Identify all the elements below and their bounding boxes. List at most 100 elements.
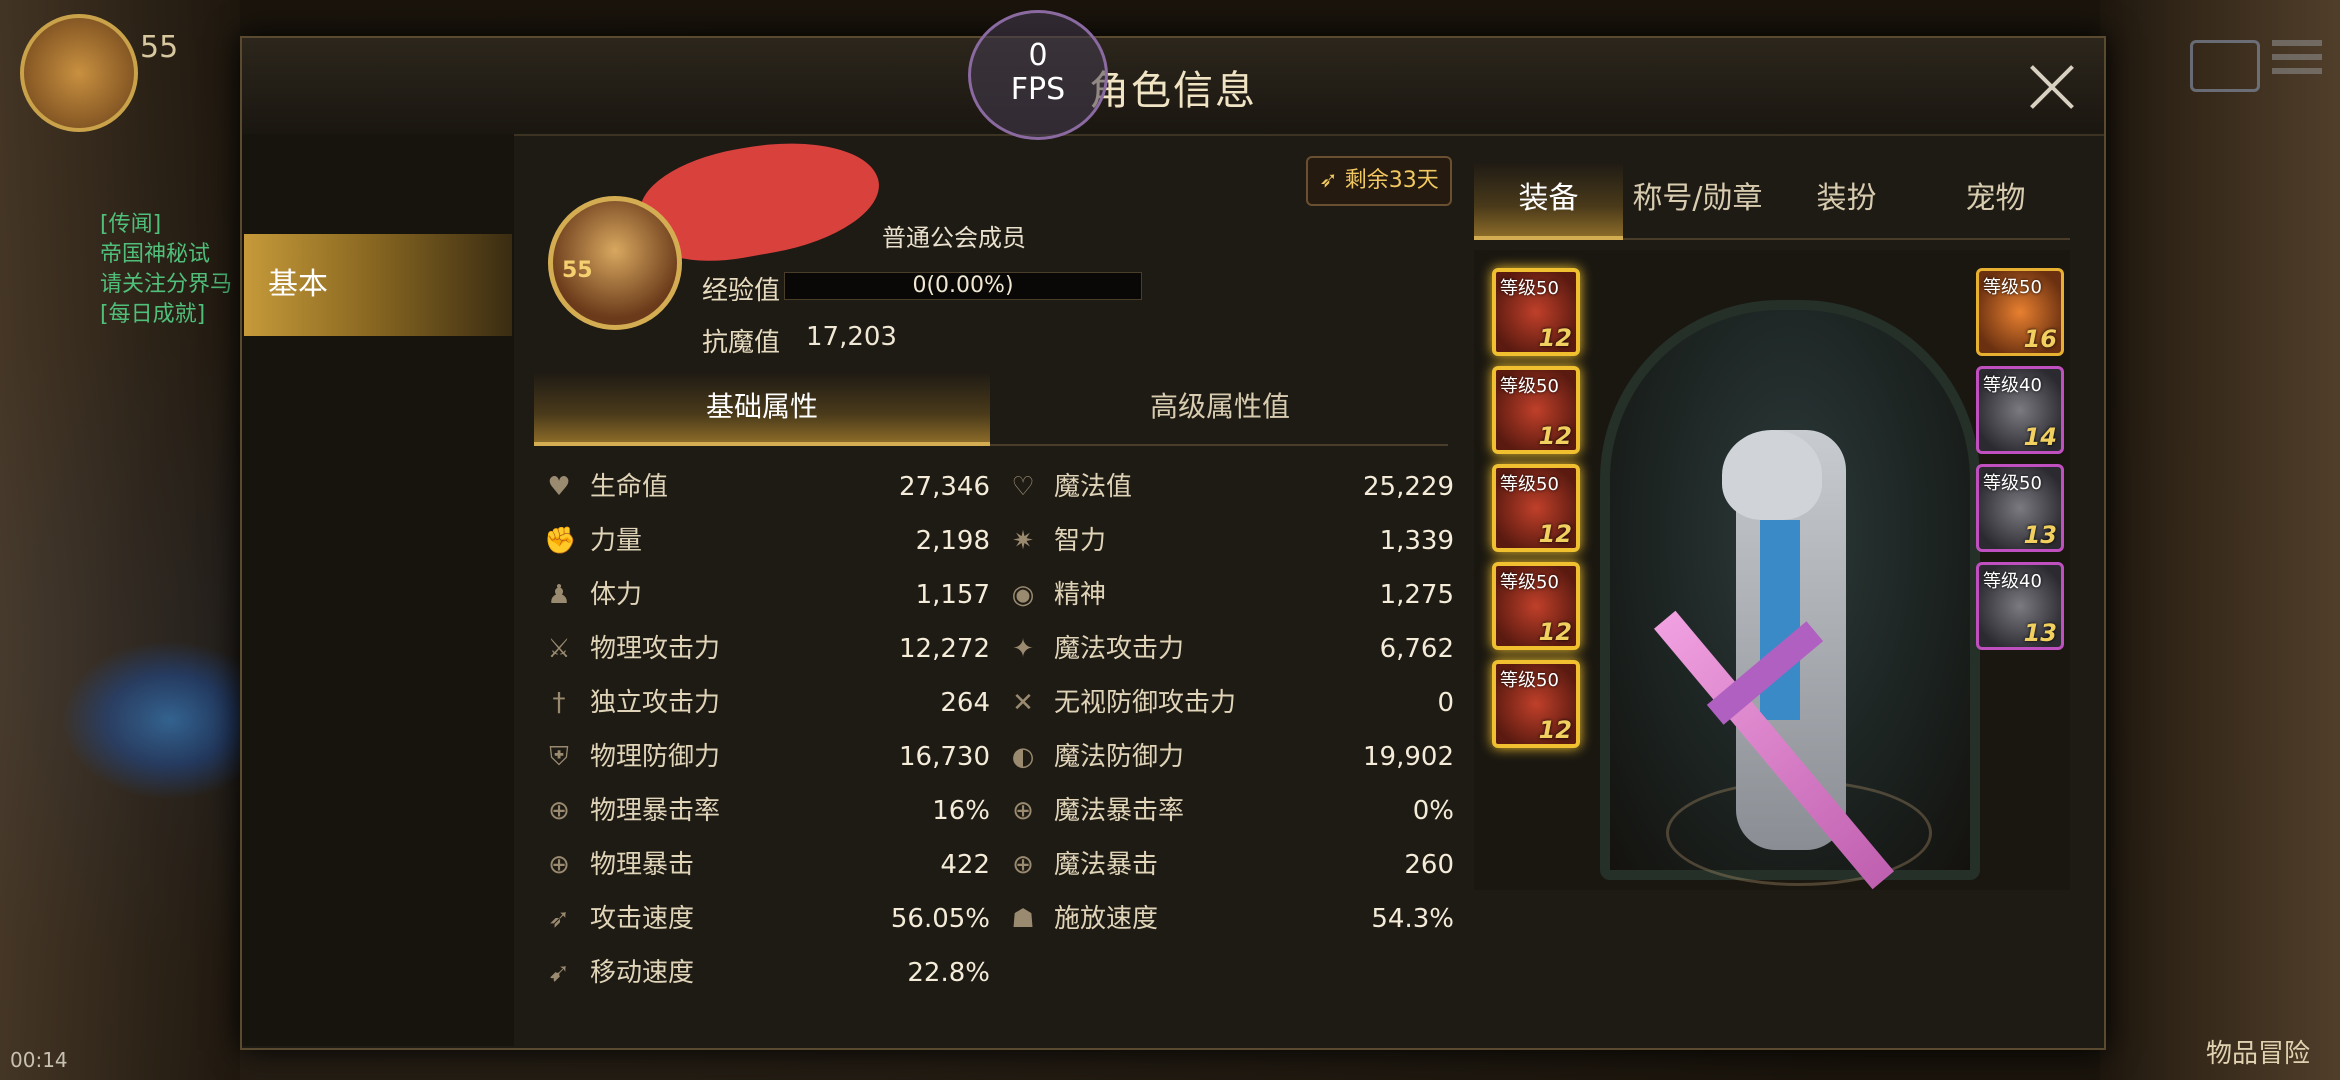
stat-label: 魔法暴击率 (1054, 796, 1185, 826)
tab-equipment[interactable]: 装备 (1474, 162, 1623, 240)
slot-level: 等级50 (1500, 670, 1559, 691)
stat-value: 1,275 (1379, 580, 1454, 610)
stat-value: 0 (1437, 688, 1454, 718)
stat-row: ⛨ 物理防御力 16,730 (544, 730, 990, 784)
panel-title: 角色信息 (1089, 68, 1257, 114)
tab-advanced-attributes[interactable]: 高级属性值 (992, 372, 1448, 442)
exp-bar: 0(0.00%) (784, 272, 1142, 300)
slot-enhancement: 12 (1538, 324, 1572, 352)
slot-enhancement: 14 (2023, 423, 2057, 451)
slot-level: 等级50 (1983, 277, 2042, 298)
slot-enhancement: 12 (1538, 520, 1572, 548)
stat-label: 独立攻击力 (590, 688, 721, 718)
equipment-slot[interactable]: 等级50 12 (1492, 562, 1580, 650)
stat-row: ♥ 生命值 27,346 (544, 460, 990, 514)
stat-row: † 独立攻击力 264 (544, 676, 991, 730)
panel-header: 角色信息 (242, 38, 2104, 136)
fps-label: FPS (1010, 72, 1066, 107)
magic-star-icon: ✦ (1012, 634, 1034, 664)
stat-label: 魔法防御力 (1054, 742, 1185, 772)
tab-avatar[interactable]: 装扮 (1772, 162, 1921, 236)
stat-row: ⊕ 魔法暴击 260 (1008, 838, 1454, 892)
stat-label: 魔法攻击力 (1054, 634, 1185, 664)
character-level: 55 (562, 258, 593, 283)
stat-label: 攻击速度 (590, 904, 695, 934)
hud-clock: 00:14 (10, 1048, 68, 1072)
heart-outline-icon: ♡ (1011, 472, 1035, 502)
tab-pet[interactable]: 宠物 (1921, 162, 2070, 236)
character-model-scarf (1760, 520, 1800, 720)
stat-row: ⊕ 魔法暴击率 0% (1008, 784, 1454, 838)
stat-label: 魔法值 (1054, 472, 1133, 502)
character-model-head (1722, 430, 1822, 520)
stat-value: 12,272 (899, 634, 990, 664)
hud-level: 55 (140, 30, 179, 65)
boot-icon: ➹ (548, 958, 570, 988)
stats-right-column: ♡ 魔法值 25,229 ✷ 智力 1,339 ◉ 精神 1,275 ✦ 魔法攻击力 6,762 ✕ 无视… (1008, 460, 1454, 946)
slot-level: 等级50 (1500, 278, 1559, 299)
close-button[interactable] (2028, 62, 2076, 110)
slot-level: 等级50 (1500, 376, 1559, 397)
equipment-slot[interactable]: 等级40 14 (1976, 366, 2064, 454)
dagger-icon: † (552, 688, 566, 718)
mail-icon[interactable] (2190, 40, 2260, 92)
equipment-slot[interactable]: 等级50 12 (1492, 464, 1580, 552)
guild-rank: 普通公会成员 (882, 224, 1026, 252)
spark-icon: ✷ (1012, 526, 1034, 556)
cross-icon: ✕ (1012, 688, 1034, 718)
stat-value: 422 (940, 850, 990, 880)
stat-label: 魔法暴击 (1054, 850, 1159, 880)
stat-label: 精神 (1054, 580, 1107, 610)
stats-left-column: ♥ 生命值 27,346 ✊ 力量 2,198 ♟ 体力 1,157 ⚔ 物理攻击力 12,272 † 独… (544, 460, 990, 1000)
eye-icon: ◉ (1011, 580, 1035, 610)
stat-row: ⊕ 物理暴击 422 (544, 838, 990, 892)
shop-label[interactable]: 物品冒险 (2206, 1033, 2310, 1070)
quest-item[interactable]: [每日成就] (100, 300, 240, 330)
body-icon: ♟ (547, 580, 571, 610)
orb-icon: ◐ (1011, 742, 1035, 772)
hud-quest-list[interactable]: [传闻] 帝国神秘试 请关注分界马 [每日成就] (100, 210, 240, 330)
quest-item[interactable]: 帝国神秘试 (100, 240, 240, 270)
equipment-slot[interactable]: 等级40 13 (1976, 562, 2064, 650)
quest-item[interactable]: [传闻] (100, 210, 240, 240)
stat-row: ✊ 力量 2,198 (544, 514, 990, 568)
resist-value: 17,203 (806, 322, 897, 352)
slot-level: 等级50 (1500, 572, 1559, 593)
fist-icon: ✊ (544, 526, 577, 556)
stat-value: 16,730 (899, 742, 990, 772)
sword-icon: ⚔ (547, 634, 571, 664)
stat-label: 生命值 (590, 472, 669, 502)
speed-icon: ➶ (548, 904, 570, 934)
menu-icon[interactable] (2272, 40, 2322, 80)
equipment-slot[interactable]: 等级50 16 (1976, 268, 2064, 356)
equipment-slot[interactable]: 等级50 12 (1492, 268, 1580, 356)
equipment-slot[interactable]: 等级50 12 (1492, 366, 1580, 454)
stat-label: 力量 (590, 526, 643, 556)
quest-item[interactable]: 请关注分界马 (100, 270, 240, 300)
slot-enhancement: 12 (1538, 422, 1572, 450)
tab-titles-medals[interactable]: 称号/勋章 (1623, 162, 1772, 236)
fps-value: 0 (1028, 38, 1048, 73)
equipment-tabs: 装备 称号/勋章 装扮 宠物 (1474, 162, 2070, 240)
stat-row: ✦ 魔法攻击力 6,762 (1008, 622, 1454, 676)
side-tab-basic[interactable]: 基本 (244, 234, 512, 336)
remaining-days-badge[interactable]: ➶ 剩余33天 (1306, 156, 1452, 206)
tab-basic-attributes[interactable]: 基础属性 (534, 372, 990, 446)
crosshair-icon: ⊕ (1012, 850, 1034, 880)
stat-value: 16% (932, 796, 990, 826)
slot-enhancement: 12 (1538, 716, 1572, 744)
stat-value: 19,902 (1363, 742, 1454, 772)
hud-avatar[interactable] (20, 14, 138, 132)
stat-value: 260 (1404, 850, 1454, 880)
stat-row: ♟ 体力 1,157 (544, 568, 990, 622)
stat-value: 6,762 (1379, 634, 1454, 664)
stat-value: 25,229 (1363, 472, 1454, 502)
equipment-slot[interactable]: 等级50 13 (1976, 464, 2064, 552)
stat-label: 无视防御攻击力 (1054, 688, 1237, 718)
stat-label: 施放速度 (1054, 904, 1159, 934)
stat-label: 体力 (590, 580, 643, 610)
slot-enhancement: 12 (1538, 618, 1572, 646)
stat-value: 264 (940, 688, 990, 718)
equipment-slot[interactable]: 等级50 12 (1492, 660, 1580, 748)
exp-value: 0(0.00%) (912, 273, 1014, 298)
